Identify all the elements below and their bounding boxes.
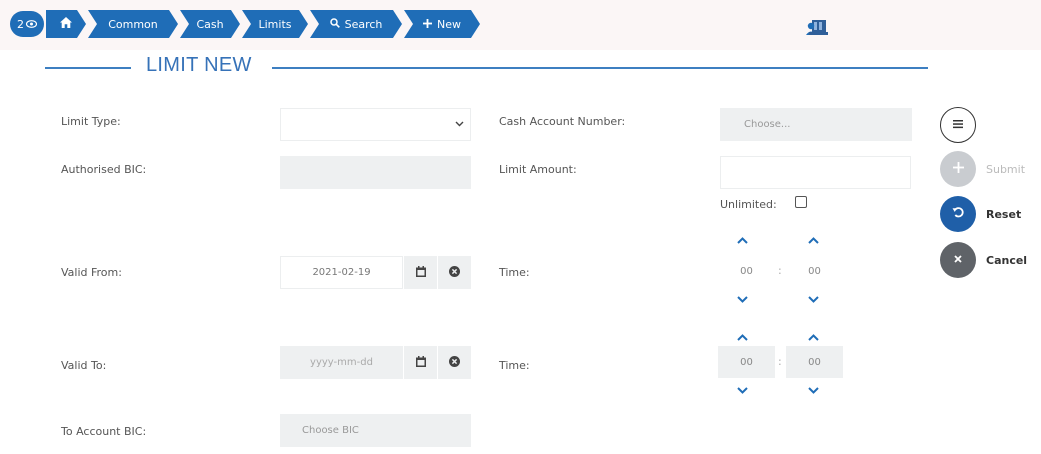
cash-account-number-label: Cash Account Number: [499,115,626,128]
cancel-label[interactable]: Cancel [986,254,1027,267]
limit-amount-label: Limit Amount: [499,163,577,176]
clear-icon [449,355,460,370]
valid-to-hour-input: 00 [718,346,775,378]
plus-icon [952,161,964,177]
valid-to-calendar-button[interactable] [404,346,437,379]
breadcrumb-cash-label: Cash [196,17,224,31]
close-icon [953,252,963,268]
valid-to-time-label: Time: [499,359,530,372]
time-separator: : [778,264,782,277]
section-divider-left [45,67,131,69]
valid-from-minute-input[interactable]: 00 [786,256,843,286]
to-account-bic-input[interactable]: Choose BIC [280,414,471,447]
minute-up-chevron-icon[interactable] [808,330,819,344]
valid-to-placeholder: yyyy-mm-dd [310,357,373,368]
open-tabs-count: 2 [17,17,24,31]
user-bank-icon[interactable] [806,17,830,41]
authorised-bic-label: Authorised BIC: [61,163,147,176]
valid-from-value: 2021-02-19 [312,267,371,278]
undo-icon [952,206,965,222]
breadcrumb-new-label: New [437,17,461,31]
valid-to-input: yyyy-mm-dd [280,346,403,379]
valid-from-minute-value: 00 [808,265,821,277]
breadcrumb-new[interactable]: New [404,10,480,38]
hour-down-chevron-icon[interactable] [737,383,748,397]
section-divider-right [272,67,928,69]
eye-icon [25,18,38,31]
breadcrumb-common[interactable]: Common [88,10,178,38]
valid-from-input[interactable]: 2021-02-19 [280,256,403,289]
breadcrumb-limits-label: Limits [258,17,292,31]
home-icon [60,17,72,31]
valid-from-label: Valid From: [61,266,122,279]
time-separator: : [778,355,782,368]
unlimited-label: Unlimited: [720,198,777,211]
calendar-icon [415,355,426,370]
valid-to-minute-value: 00 [808,356,821,368]
calendar-icon [415,265,426,280]
valid-from-clear-button[interactable] [438,256,471,289]
to-account-bic-label: To Account BIC: [61,425,147,438]
limit-amount-input[interactable] [720,156,911,189]
open-tabs-badge[interactable]: 2 [10,11,44,37]
breadcrumb-search-label: Search [344,17,383,31]
valid-to-hour-value: 00 [740,356,753,368]
valid-to-minute-input: 00 [786,346,843,378]
valid-from-calendar-button[interactable] [404,256,437,289]
minute-up-chevron-icon[interactable] [808,233,819,247]
search-icon [330,18,340,31]
hour-up-chevron-icon[interactable] [737,233,748,247]
authorised-bic-field [280,156,471,189]
minute-down-chevron-icon[interactable] [808,383,819,397]
hour-up-chevron-icon[interactable] [737,330,748,344]
unlimited-checkbox[interactable] [795,196,807,208]
clear-icon [449,265,460,280]
valid-from-hour-value: 00 [740,265,753,277]
valid-to-label: Valid To: [61,359,107,372]
to-account-bic-placeholder: Choose BIC [302,425,359,436]
menu-icon [952,117,964,133]
page-title: LIMIT NEW [146,54,252,76]
valid-from-time-label: Time: [499,266,530,279]
valid-to-clear-button[interactable] [438,346,471,379]
cash-account-number-input[interactable]: Choose... [720,108,912,141]
minute-down-chevron-icon[interactable] [808,292,819,306]
limit-type-select[interactable] [280,108,471,141]
submit-label[interactable]: Submit [986,163,1025,176]
menu-button[interactable] [940,107,976,143]
breadcrumb-cash[interactable]: Cash [180,10,240,38]
valid-from-hour-input[interactable]: 00 [718,256,775,286]
submit-button[interactable] [940,151,976,187]
reset-label[interactable]: Reset [986,208,1021,221]
reset-button[interactable] [940,196,976,232]
limit-type-label: Limit Type: [61,115,121,128]
chevron-down-icon [455,119,464,130]
hour-down-chevron-icon[interactable] [737,292,748,306]
cancel-button[interactable] [940,242,976,278]
plus-icon [423,18,432,31]
breadcrumb-common-label: Common [108,17,158,31]
breadcrumb-search[interactable]: Search [310,10,402,38]
cash-account-number-placeholder: Choose... [744,119,791,130]
breadcrumb-limits[interactable]: Limits [242,10,308,38]
